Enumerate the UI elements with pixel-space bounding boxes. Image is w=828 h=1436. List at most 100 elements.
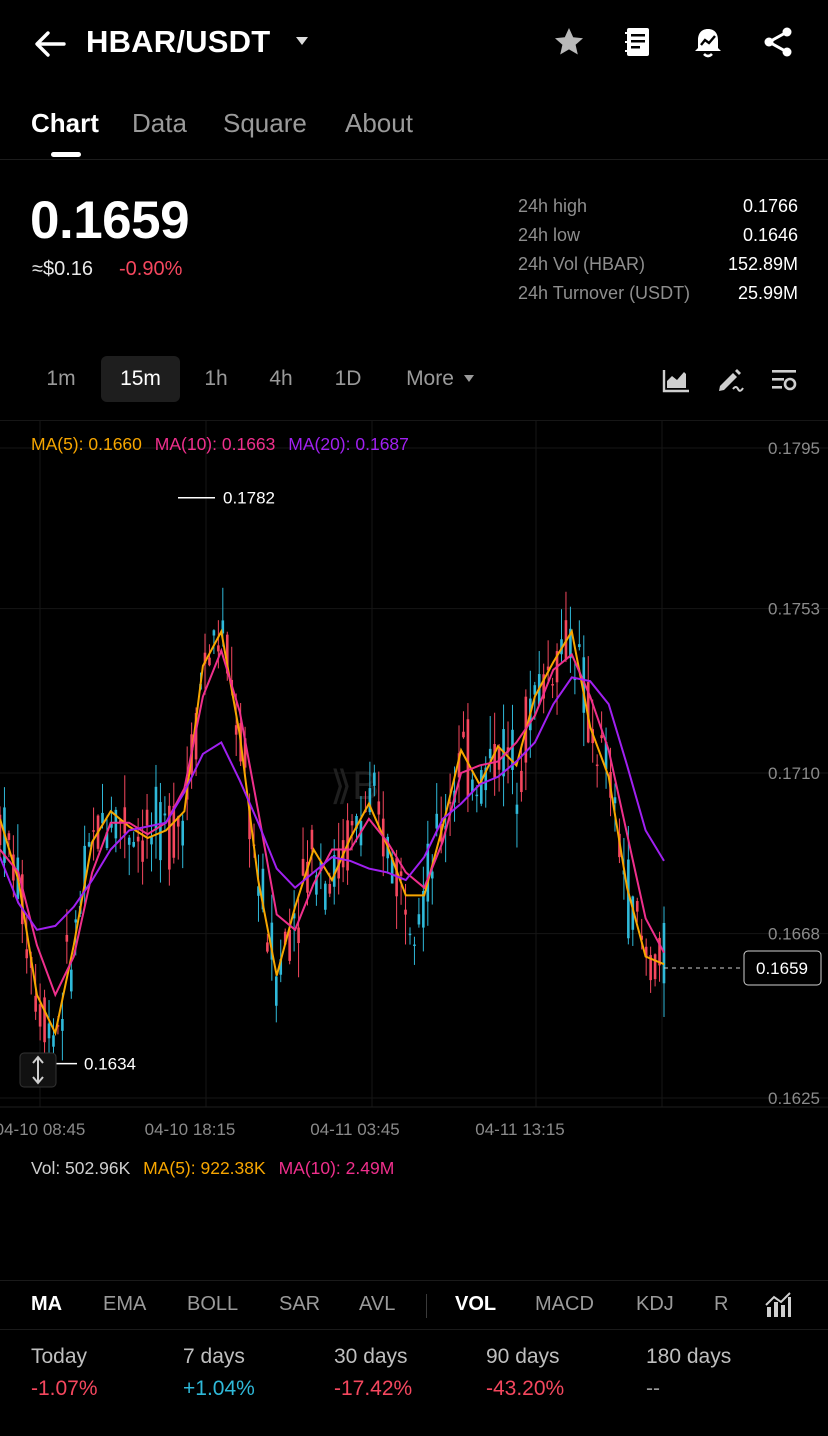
- y-tick-label: 0.1795: [768, 439, 820, 458]
- candle-body: [520, 770, 523, 793]
- candle-body: [208, 657, 211, 666]
- perf-item: 7 days +1.04%: [183, 1345, 255, 1401]
- share-icon[interactable]: [760, 24, 796, 60]
- star-icon[interactable]: [551, 24, 587, 60]
- candle-body: [662, 922, 666, 984]
- chart-settings-icon[interactable]: [770, 366, 798, 394]
- x-tick-label: 04-10 08:45: [0, 1120, 85, 1139]
- candle-body: [34, 995, 37, 1012]
- candle-body: [328, 883, 332, 894]
- performance-row: Today -1.07% 7 days +1.04% 30 days -17.4…: [0, 1345, 828, 1425]
- interval-4h[interactable]: 4h: [255, 356, 307, 402]
- x-tick-label: 04-10 18:15: [145, 1120, 236, 1139]
- y-tick-label: 0.1625: [768, 1089, 820, 1108]
- ma10-line: [0, 647, 665, 998]
- indicator-boll[interactable]: BOLL: [187, 1293, 238, 1316]
- dropdown-caret-icon[interactable]: [295, 36, 309, 46]
- candle-body: [47, 1023, 51, 1039]
- more-caret-icon: [464, 375, 474, 382]
- ma20-legend: MA(20): 0.1687: [288, 434, 409, 454]
- candle-body: [435, 813, 439, 829]
- watermark-logo: ⟫B: [330, 764, 379, 808]
- candle-body: [635, 901, 639, 912]
- y-tick-label: 0.1753: [768, 600, 820, 619]
- stat-value: 25.99M: [737, 283, 798, 303]
- candle-body: [600, 735, 603, 739]
- ticker-stats: 24h high 0.1766 24h low 0.1646 24h Vol (…: [518, 196, 798, 312]
- candle-body: [373, 772, 376, 786]
- candle-body: [274, 976, 278, 1006]
- min-price-label: 0.1634: [84, 1055, 136, 1074]
- vol-legend: Vol: 502.96K: [31, 1158, 131, 1178]
- perf-value: -17.42%: [334, 1377, 413, 1400]
- candle-body: [377, 801, 381, 815]
- candle-body: [515, 804, 519, 814]
- candle-body: [43, 997, 46, 1043]
- candle-body: [413, 944, 416, 947]
- last-price-tag: 0.1659: [756, 959, 808, 978]
- candle-body: [417, 914, 421, 925]
- candlestick-chart[interactable]: 0.1795 0.1753 0.1710 0.1668 0.1625 ⟫B 0.1782 0.…: [0, 421, 828, 1279]
- indicator-sar[interactable]: SAR: [279, 1293, 320, 1316]
- interval-15m[interactable]: 15m: [101, 356, 180, 402]
- indicator-ma[interactable]: MA: [31, 1293, 62, 1316]
- tab-about[interactable]: About: [345, 108, 413, 139]
- indicator-divider: [426, 1294, 427, 1318]
- interval-1m[interactable]: 1m: [32, 356, 90, 402]
- price-alert-bell-icon[interactable]: [690, 24, 726, 60]
- indicator-ema[interactable]: EMA: [103, 1293, 146, 1316]
- interval-1d[interactable]: 1D: [320, 356, 376, 402]
- stat-row: 24h low 0.1646: [518, 225, 798, 254]
- interval-selector: 1m 15m 1h 4h 1D More: [0, 356, 828, 404]
- perf-label: Today: [31, 1345, 88, 1368]
- candle-body: [123, 807, 127, 834]
- top-bar: HBAR/USDT: [0, 0, 828, 86]
- usd-price: ≈$0.16: [32, 258, 94, 280]
- candle-body: [7, 833, 11, 840]
- candle-body: [551, 684, 554, 686]
- stat-label: 24h low: [518, 225, 581, 245]
- chart-type-icon[interactable]: [662, 366, 690, 394]
- candle-body: [217, 645, 220, 652]
- perf-item: Today -1.07%: [31, 1345, 98, 1401]
- tab-square[interactable]: Square: [223, 108, 307, 139]
- indicator-more[interactable]: R: [714, 1293, 728, 1316]
- indicator-vol[interactable]: VOL: [455, 1293, 496, 1316]
- indicator-kdj[interactable]: KDJ: [636, 1293, 674, 1316]
- price-chart-area[interactable]: 0.1795 0.1753 0.1710 0.1668 0.1625 ⟫B 0.1782 0.…: [0, 420, 828, 1279]
- stat-label: 24h high: [518, 196, 588, 216]
- notebook-icon[interactable]: [620, 24, 656, 60]
- indicator-macd[interactable]: MACD: [535, 1293, 594, 1316]
- indicator-avl[interactable]: AVL: [359, 1293, 395, 1316]
- candle-body: [74, 919, 78, 923]
- tab-data[interactable]: Data: [132, 108, 187, 139]
- candle-body: [595, 764, 599, 767]
- perf-label: 90 days: [486, 1345, 560, 1368]
- candle-body: [52, 1035, 55, 1047]
- candle-body: [132, 841, 135, 847]
- perf-value: -1.07%: [31, 1377, 98, 1400]
- candle-body: [578, 644, 581, 648]
- candle-body: [159, 802, 162, 861]
- candle-body: [408, 933, 412, 936]
- back-arrow-icon[interactable]: [30, 24, 70, 64]
- stat-row: 24h high 0.1766: [518, 196, 798, 225]
- pair-title[interactable]: HBAR/USDT: [86, 24, 270, 60]
- stat-label: 24h Vol (HBAR): [518, 254, 646, 274]
- section-tabs: Chart Data Square About: [0, 100, 828, 160]
- candle-body: [324, 883, 327, 910]
- tab-chart[interactable]: Chart: [31, 108, 99, 139]
- stat-label: 24h Turnover (USDT): [518, 283, 691, 303]
- indicator-settings-icon[interactable]: [764, 1291, 792, 1319]
- stat-row: 24h Vol (HBAR) 152.89M: [518, 254, 798, 283]
- interval-more[interactable]: More: [398, 356, 462, 402]
- candle-body: [404, 909, 407, 915]
- candle-body: [92, 830, 95, 832]
- candle-body: [288, 929, 291, 961]
- interval-1h[interactable]: 1h: [190, 356, 242, 402]
- drawing-tool-icon[interactable]: [716, 366, 744, 394]
- x-tick-label: 04-11 13:15: [475, 1120, 564, 1139]
- candle-body: [350, 821, 354, 826]
- candle-body: [466, 719, 470, 797]
- candle-body: [181, 820, 185, 846]
